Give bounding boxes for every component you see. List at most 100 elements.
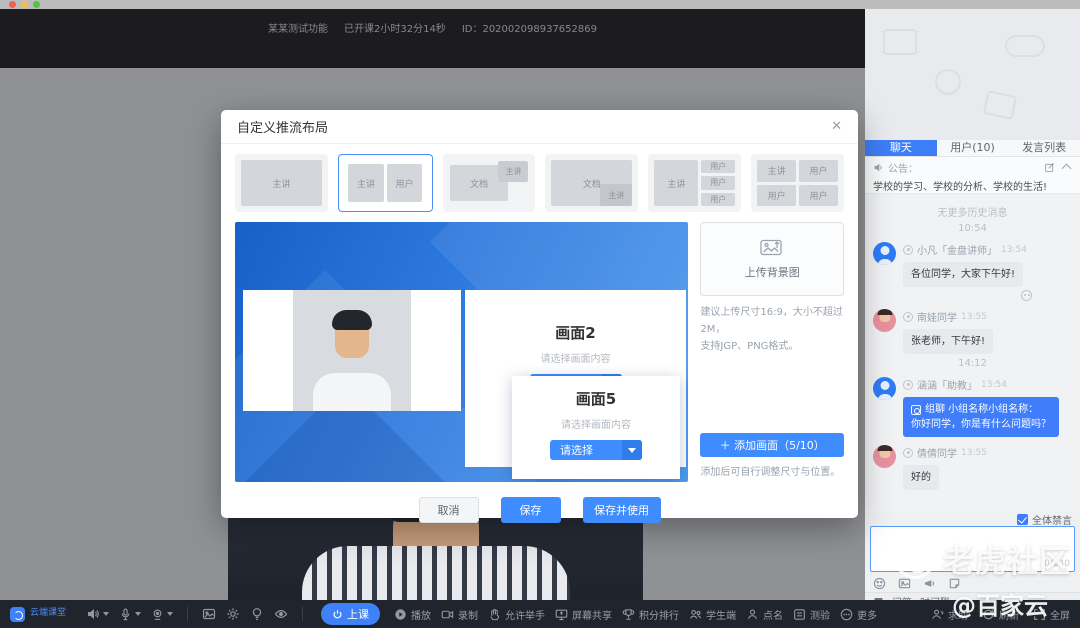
dialog-title: 自定义推流布局	[237, 121, 329, 136]
microphone-button[interactable]	[119, 608, 141, 621]
group-chat-icon	[911, 404, 921, 415]
doodle-shape	[935, 69, 961, 95]
presenter-photo	[293, 290, 411, 411]
remote-video-placeholder	[865, 9, 1080, 140]
media-panel-icon[interactable]	[202, 607, 216, 621]
mute-all-label: 全体禁言	[1032, 516, 1072, 527]
avatar	[873, 242, 896, 265]
chevron-down-icon	[167, 612, 173, 616]
toolbar-item-score-ranking[interactable]: 积分排行	[622, 607, 679, 622]
tab-speaker-list[interactable]: 发言列表	[1008, 140, 1080, 156]
layout-preview-canvas: 画面2 请选择画面内容 连麦用户 画面5 请选择画面内容 请选择	[235, 222, 689, 482]
camera-icon	[153, 608, 162, 620]
upload-background-button[interactable]: 上传背景图	[700, 222, 844, 296]
chevron-down-icon	[135, 612, 141, 616]
doodle-shape	[883, 29, 917, 55]
toolbar-item-roll-call[interactable]: 点名	[746, 607, 783, 622]
tab-users[interactable]: 用户(10)	[937, 140, 1009, 156]
save-button[interactable]: 保存	[500, 497, 561, 523]
person-icon	[748, 608, 757, 619]
announcement-speaker-icon	[874, 163, 882, 172]
announcement-label: 公告：	[888, 164, 918, 175]
toolbar-item-record[interactable]: 录制	[441, 607, 478, 622]
toolbar-item-screen-share[interactable]: 屏幕共享	[555, 607, 612, 622]
speaker-icon	[88, 609, 99, 619]
zoom-window-button[interactable]	[33, 1, 40, 8]
close-window-button[interactable]	[9, 1, 16, 8]
speaker-button[interactable]	[86, 607, 109, 621]
divider	[187, 607, 188, 621]
microphone-icon	[121, 608, 130, 620]
panel-hint: 请选择画面内容	[561, 420, 631, 431]
emoji-reaction-icon	[1021, 290, 1032, 301]
record-camera-icon	[441, 610, 454, 618]
message-bubble: 好的	[903, 465, 939, 490]
time-divider: 14:12	[958, 358, 987, 369]
cancel-button[interactable]: 取消	[418, 497, 479, 523]
upload-image-icon	[760, 239, 782, 255]
visibility-eye-icon[interactable]	[274, 607, 288, 621]
layout-template-6[interactable]: 主讲 用户 用户 用户	[751, 154, 844, 212]
member-badge-icon	[903, 447, 913, 458]
panel-title: 画面2	[555, 324, 596, 342]
announcement-text: 学校的学习、学校的分析、学校的生活!	[873, 182, 1048, 193]
start-class-button[interactable]: 上课	[321, 603, 380, 625]
tab-chat[interactable]: 聊天	[865, 140, 937, 156]
brand-watermark: @百家云	[952, 592, 1048, 620]
announcement-edit-icon[interactable]	[1044, 162, 1055, 173]
hand-icon	[490, 608, 500, 620]
layout-template-3[interactable]: 文档 主讲	[442, 154, 536, 212]
content-select-dropdown[interactable]: 请选择	[550, 440, 642, 460]
app-logo-group: 云端课堂	[10, 606, 68, 622]
emoji-icon[interactable]	[873, 577, 886, 590]
member-badge-icon	[903, 244, 913, 255]
custom-stream-layout-dialog: 自定义推流布局 ✕ 主讲 主讲 用户 文档 主讲 文档 主讲 主讲 用户 用户	[221, 110, 858, 523]
minimize-window-button[interactable]	[21, 1, 28, 8]
announcement-collapse-icon[interactable]	[1061, 163, 1072, 174]
chat-message: 涵涵「助教」 13:54 组聊 小组名称小组名称： 你好同学，你是有什么问题吗？	[873, 377, 1072, 437]
toolbar-item-more[interactable]: 更多	[840, 607, 877, 622]
camera-button[interactable]	[151, 608, 173, 621]
panel-presenter-video[interactable]	[243, 290, 461, 411]
layout-template-5[interactable]: 主讲 用户 用户 用户	[648, 154, 742, 212]
avatar	[873, 377, 896, 400]
trophy-icon	[622, 608, 635, 620]
course-title: 某某测试功能	[268, 24, 328, 35]
no-more-history: 无更多历史消息	[937, 208, 1008, 219]
save-and-use-button[interactable]: 保存并使用	[582, 497, 661, 523]
presenter-striped-shirt	[301, 546, 570, 600]
avatar	[873, 445, 896, 468]
chat-sidebar: 聊天 用户(10) 发言列表 公告： 学校的学习、学校的分析、学校的生活! 无更…	[865, 9, 1080, 609]
panel-screen5[interactable]: 画面5 请选择画面内容 请选择	[512, 376, 680, 479]
doodle-shape	[982, 90, 1018, 120]
chevron-down-icon	[622, 440, 642, 460]
community-watermark-logo	[895, 538, 935, 579]
toolbar-item-student-client[interactable]: 学生端	[689, 607, 736, 622]
chat-message: 倩倩同学 13:55 好的	[873, 445, 1072, 490]
class-id: ID：202002098937652869	[461, 24, 597, 35]
chat-message: 小凡「金盘讲师」 13:54 各位同学，大家下午好!	[873, 242, 1072, 301]
doodle-shape	[1005, 35, 1045, 57]
lightbulb-icon[interactable]	[250, 607, 264, 621]
add-screen-hint: 添加后可自行调整尺寸与位置。	[700, 467, 841, 478]
member-badge-icon	[903, 379, 913, 390]
toolbar-item-play[interactable]: 播放	[394, 607, 431, 622]
app-logo-icon	[10, 606, 25, 622]
message-bubble: 组聊 小组名称小组名称： 你好同学，你是有什么问题吗？	[903, 397, 1059, 437]
layout-template-4[interactable]: 文档 主讲	[545, 154, 639, 212]
add-screen-button[interactable]: ＋ 添加画面（5/10）	[700, 433, 844, 457]
mute-all-checkbox[interactable]	[1017, 514, 1028, 525]
toolbar-item-allow-raise-hand[interactable]: 允许举手	[488, 607, 545, 622]
close-icon[interactable]: ✕	[831, 119, 842, 134]
settings-gear-icon[interactable]	[226, 607, 240, 621]
layout-template-1[interactable]: 主讲	[235, 154, 328, 212]
layout-template-2-selected[interactable]: 主讲 用户	[337, 154, 433, 212]
students-icon	[690, 609, 702, 619]
chat-message: 南娃同学 13:55 张老师，下午好!	[873, 309, 1072, 354]
announcement-panel: 公告： 学校的学习、学校的分析、学校的生活!	[865, 157, 1080, 194]
help-person-icon	[932, 609, 944, 619]
toolbar-item-quiz[interactable]: 测验	[793, 607, 830, 622]
message-bubble: 张老师，下午好!	[903, 329, 994, 354]
layout-template-row: 主讲 主讲 用户 文档 主讲 文档 主讲 主讲 用户 用户 用户 主讲 用户 用…	[221, 144, 858, 220]
chevron-down-icon	[103, 612, 109, 616]
